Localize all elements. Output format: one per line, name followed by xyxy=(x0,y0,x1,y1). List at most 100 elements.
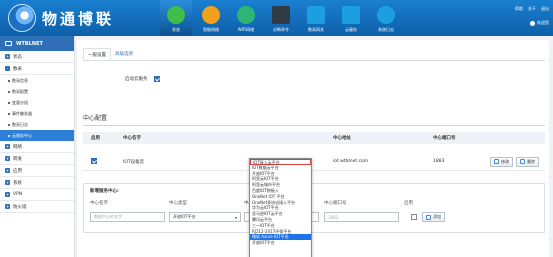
center-port-input[interactable]: 1883 xyxy=(324,212,399,222)
edit-icon xyxy=(494,159,499,164)
bullet-icon xyxy=(8,134,10,137)
cloud-icon xyxy=(342,6,360,24)
sidebar-group-label: 状态 xyxy=(13,54,22,60)
col-enable: 启用 xyxy=(91,136,100,141)
add-col-type: 中心类型 xyxy=(169,201,187,206)
sidebar-group-label: 防火墙 xyxy=(13,204,27,210)
tab-divider xyxy=(83,60,545,61)
nav-label: WIFI网络 xyxy=(237,27,255,32)
bullet-icon xyxy=(8,101,10,104)
edit-button[interactable]: 修改 xyxy=(490,156,513,167)
plus-icon: + xyxy=(5,54,10,59)
sidebar-group-data[interactable]: - 数采 xyxy=(0,63,74,75)
nav-system-log[interactable]: 系统日志 xyxy=(370,0,402,36)
sidebar-item-data-log[interactable]: 数采日志 xyxy=(0,119,74,130)
sidebar-group-network[interactable]: + 网络 xyxy=(0,141,74,153)
nav-gateway[interactable]: 数采网关 xyxy=(300,0,332,36)
monitor-icon xyxy=(5,41,12,46)
add-col-enable: 启用 xyxy=(404,201,413,206)
user-icon xyxy=(530,20,535,26)
center-table-header: 启用 中心名字 中心地址 中心端口号 xyxy=(83,132,545,144)
row-actions: 修改 删除 xyxy=(490,156,539,167)
nav-cloud-service[interactable]: 云服务 xyxy=(335,0,367,36)
row-name: IOT设备云 xyxy=(123,159,145,165)
nav-label: 系统日志 xyxy=(378,27,394,32)
center-type-value: 开放IOT平台 xyxy=(173,214,196,219)
settings-tabs: 一般设置 高级选项 xyxy=(83,48,137,60)
nav-label: 诊断命令 xyxy=(273,27,289,32)
sidebar-item-event-trigger[interactable]: 事件触发器 xyxy=(0,108,74,119)
nav-diagnostics[interactable]: 诊断命令 xyxy=(265,0,297,36)
minus-icon: - xyxy=(5,66,10,71)
bullet-icon xyxy=(8,79,10,82)
nav-label: 智能网络 xyxy=(203,27,219,32)
delete-icon xyxy=(520,159,525,164)
sidebar-group-vpn[interactable]: + VPN xyxy=(0,189,74,201)
plus-icon: + xyxy=(5,156,10,161)
bullet-icon xyxy=(8,123,10,126)
wifi-icon xyxy=(237,6,255,24)
sidebar-group-label: 网络 xyxy=(13,144,22,150)
enable-cloud-checkbox[interactable] xyxy=(153,76,160,82)
delete-button[interactable]: 删除 xyxy=(516,156,539,167)
col-port: 中心端口号 xyxy=(433,136,456,141)
log-icon xyxy=(377,6,395,24)
nav-status[interactable]: 状态 xyxy=(160,0,192,36)
sidebar-item-label: 数采日志 xyxy=(12,121,28,127)
sidebar-title: WTBLNET xyxy=(0,36,74,51)
sidebar: WTBLNET + 状态 - 数采 数采信息 数采配置 变量分组 事件触发器 数… xyxy=(0,36,75,257)
sidebar-item-data-info[interactable]: 数采信息 xyxy=(0,75,74,86)
top-header: 物通博联 状态 智能网络 WIFI网络 诊断命令 数采网关 云服务 系统日志 帮… xyxy=(0,0,553,36)
brand-title: 物通博联 xyxy=(42,9,115,28)
sidebar-item-var-group[interactable]: 变量分组 xyxy=(0,97,74,108)
tab-general[interactable]: 一般设置 xyxy=(83,48,111,60)
sidebar-group-firewall[interactable]: + 防火墙 xyxy=(0,201,74,213)
delete-label: 删除 xyxy=(527,158,535,164)
row-enable-cell xyxy=(91,157,97,166)
sidebar-group-forward[interactable]: + 转发 xyxy=(0,153,74,165)
logout-link[interactable]: 退出 xyxy=(541,6,549,12)
row-port: 1883 xyxy=(433,159,445,164)
nav-wifi[interactable]: WIFI网络 xyxy=(230,0,262,36)
top-links: 帮助 关于 退出 xyxy=(515,6,549,12)
add-col-name: 中心名字 xyxy=(90,201,108,206)
help-link[interactable]: 帮助 xyxy=(515,6,523,12)
row-enable-checkbox[interactable] xyxy=(91,157,97,164)
sidebar-item-data-config[interactable]: 数采配置 xyxy=(0,86,74,97)
add-label: 添加 xyxy=(433,214,441,219)
center-config-title: 中心配置 xyxy=(83,115,108,122)
sidebar-group-system[interactable]: + 系统 xyxy=(0,177,74,189)
table-row: IOT设备云 iot.wtblnet.com 1883 修改 删除 xyxy=(83,153,545,171)
col-addr: 中心地址 xyxy=(333,136,351,141)
sidebar-item-label: 变量分组 xyxy=(12,99,28,105)
plus-icon: + xyxy=(5,168,10,173)
section-divider xyxy=(83,125,545,126)
tab-advanced[interactable]: 高级选项 xyxy=(111,48,137,60)
sidebar-title-text: WTBLNET xyxy=(16,40,43,47)
sidebar-group-status[interactable]: + 状态 xyxy=(0,51,74,63)
dropdown-option[interactable]: 开放IOT平台 xyxy=(250,240,311,246)
sidebar-group-label: VPN xyxy=(13,192,23,197)
sidebar-group-label: 应用 xyxy=(13,168,22,174)
logo-icon xyxy=(8,4,36,32)
nav-label: 状态 xyxy=(172,27,180,32)
add-enable-checkbox[interactable] xyxy=(411,214,417,220)
plus-icon: + xyxy=(5,144,10,149)
about-link[interactable]: 关于 xyxy=(528,6,536,12)
sidebar-item-label: 数采信息 xyxy=(12,77,28,83)
row-addr: iot.wtblnet.com xyxy=(333,159,369,164)
enable-cloud-label: 启动云服务 xyxy=(125,77,148,82)
nav-label: 数采网关 xyxy=(308,27,324,32)
nav-smart-network[interactable]: 智能网络 xyxy=(195,0,227,36)
network-icon xyxy=(202,6,220,24)
sidebar-item-cloud-center[interactable]: 云服务中心 xyxy=(0,130,74,141)
add-button[interactable]: 添加 xyxy=(422,212,445,222)
sidebar-group-label: 数采 xyxy=(13,66,22,72)
bullet-icon xyxy=(8,90,10,93)
center-type-select[interactable]: 开放IOT平台 ▾ xyxy=(169,212,241,222)
add-center-title: 新增服务中心: xyxy=(90,189,119,194)
center-name-input[interactable]: 数据中心的名字 xyxy=(90,212,165,222)
sidebar-group-app[interactable]: + 应用 xyxy=(0,165,74,177)
center-type-dropdown: IOT接入云平台 IOT数据云平台 开放IOT平台 阿里云IOT平台 阿里云城市… xyxy=(249,158,312,257)
user-info: 欢迎您 xyxy=(530,20,549,26)
